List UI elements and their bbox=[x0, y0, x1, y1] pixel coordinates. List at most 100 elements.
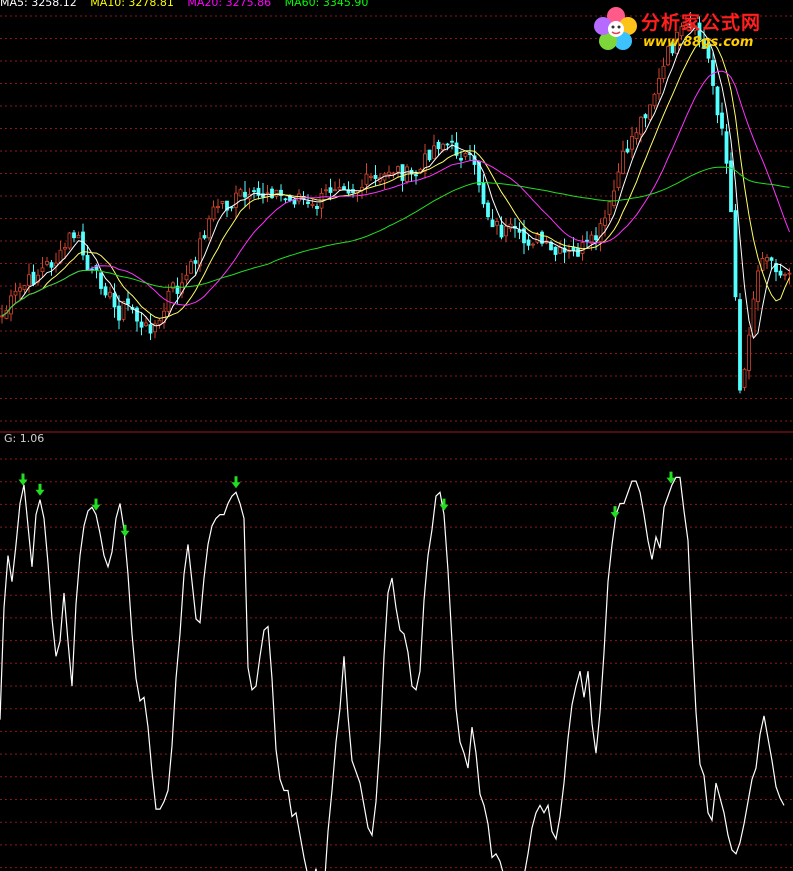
candle-body bbox=[387, 171, 391, 175]
candle-body bbox=[103, 286, 108, 296]
candle-body bbox=[625, 148, 630, 153]
candle-body bbox=[108, 291, 112, 298]
candle-body bbox=[720, 112, 724, 129]
candle-body bbox=[252, 190, 256, 193]
candle-body bbox=[297, 193, 301, 202]
candle-body bbox=[787, 272, 792, 275]
candle-body bbox=[621, 150, 625, 174]
candle-body bbox=[436, 141, 441, 150]
candle-body bbox=[99, 272, 103, 289]
candle-body bbox=[499, 224, 504, 238]
candle-body bbox=[486, 202, 490, 218]
candle-body bbox=[481, 182, 486, 205]
candle-body bbox=[306, 201, 310, 204]
candle-body bbox=[207, 218, 211, 239]
candle-body bbox=[324, 189, 328, 192]
candle-body bbox=[391, 172, 396, 175]
candle-body bbox=[558, 246, 562, 254]
chart-canvas bbox=[0, 12, 793, 871]
candle-body bbox=[612, 190, 616, 206]
candle-body bbox=[657, 78, 661, 95]
candle-body bbox=[495, 220, 499, 226]
candle-body bbox=[490, 219, 495, 228]
ma10-label: MA10: 3278.81 bbox=[90, 0, 174, 9]
indicator-value-label: G: 1.06 bbox=[4, 432, 45, 445]
candle-body bbox=[783, 273, 787, 276]
candle-body bbox=[216, 205, 220, 208]
ma5-label: MA5: 3258.12 bbox=[0, 0, 77, 9]
candle-body bbox=[315, 205, 319, 209]
candle-body bbox=[319, 192, 324, 209]
candle-body bbox=[76, 234, 81, 239]
candle-body bbox=[526, 239, 531, 246]
candle-body bbox=[607, 201, 612, 215]
candle-body bbox=[274, 189, 279, 197]
ma-legend: MA5: 3258.12 MA10: 3278.81 MA20: 3275.86… bbox=[0, 0, 378, 9]
candle-body bbox=[643, 114, 648, 119]
candle-body bbox=[85, 254, 90, 271]
candle-body bbox=[652, 93, 657, 107]
ma5-line bbox=[1, 27, 790, 340]
candle-body bbox=[112, 292, 117, 308]
ma60-label: MA60: 3345.90 bbox=[284, 0, 369, 9]
candle-body bbox=[337, 186, 342, 190]
candle-body bbox=[553, 246, 558, 255]
down-arrow-icon bbox=[35, 483, 45, 496]
candle-body bbox=[733, 210, 738, 298]
ma20-line bbox=[1, 70, 790, 317]
candle-body bbox=[765, 257, 769, 262]
candle-body bbox=[576, 248, 580, 257]
candle-body bbox=[742, 368, 747, 388]
candle-body bbox=[427, 149, 432, 161]
candle-body bbox=[661, 65, 666, 80]
candle-body bbox=[463, 153, 468, 157]
candle-body bbox=[189, 261, 193, 274]
candle-body bbox=[0, 315, 4, 318]
candle-body bbox=[144, 322, 148, 326]
candle-body bbox=[72, 232, 76, 239]
candle-body bbox=[396, 166, 400, 173]
candle-body bbox=[139, 321, 144, 328]
candle-body bbox=[616, 171, 621, 189]
candle-body bbox=[243, 191, 247, 198]
candle-body bbox=[9, 295, 13, 315]
candle-body bbox=[630, 135, 634, 150]
candle-body bbox=[220, 200, 225, 204]
candle-body bbox=[18, 287, 22, 292]
candle-body bbox=[373, 174, 378, 179]
candle-body bbox=[432, 145, 436, 159]
candle-body bbox=[751, 298, 756, 338]
candle-body bbox=[234, 192, 238, 208]
candle-body bbox=[571, 246, 576, 251]
candle-body bbox=[45, 260, 49, 265]
candle-body bbox=[67, 232, 72, 249]
candle-body bbox=[580, 242, 585, 254]
candle-body bbox=[585, 239, 589, 242]
logo-title: 分析家公式网 bbox=[641, 12, 762, 34]
candle-body bbox=[724, 131, 729, 164]
candle-body bbox=[715, 86, 720, 116]
candle-body bbox=[747, 334, 751, 371]
site-logo: 分析家公式网 www.88gs.com bbox=[591, 2, 787, 58]
candle-body bbox=[756, 270, 760, 303]
candle-body bbox=[769, 257, 774, 261]
candle-body bbox=[598, 223, 603, 242]
candle-body bbox=[351, 189, 355, 193]
candle-body bbox=[459, 157, 463, 161]
candle-body bbox=[117, 305, 121, 321]
candle-body bbox=[148, 324, 153, 334]
candle-body bbox=[22, 285, 27, 290]
down-arrow-icon bbox=[231, 476, 241, 489]
g-indicator-line bbox=[0, 476, 785, 871]
candle-body bbox=[414, 174, 418, 177]
candle-body bbox=[184, 274, 189, 281]
candle-body bbox=[49, 262, 54, 268]
candle-body bbox=[634, 132, 639, 139]
down-arrow-icon bbox=[18, 473, 28, 486]
candle-body bbox=[63, 246, 67, 250]
logo-url: www.88gs.com bbox=[643, 35, 754, 50]
candle-body bbox=[310, 203, 315, 206]
candle-body bbox=[40, 267, 45, 272]
candle-body bbox=[603, 217, 607, 226]
candle-body bbox=[369, 175, 373, 178]
